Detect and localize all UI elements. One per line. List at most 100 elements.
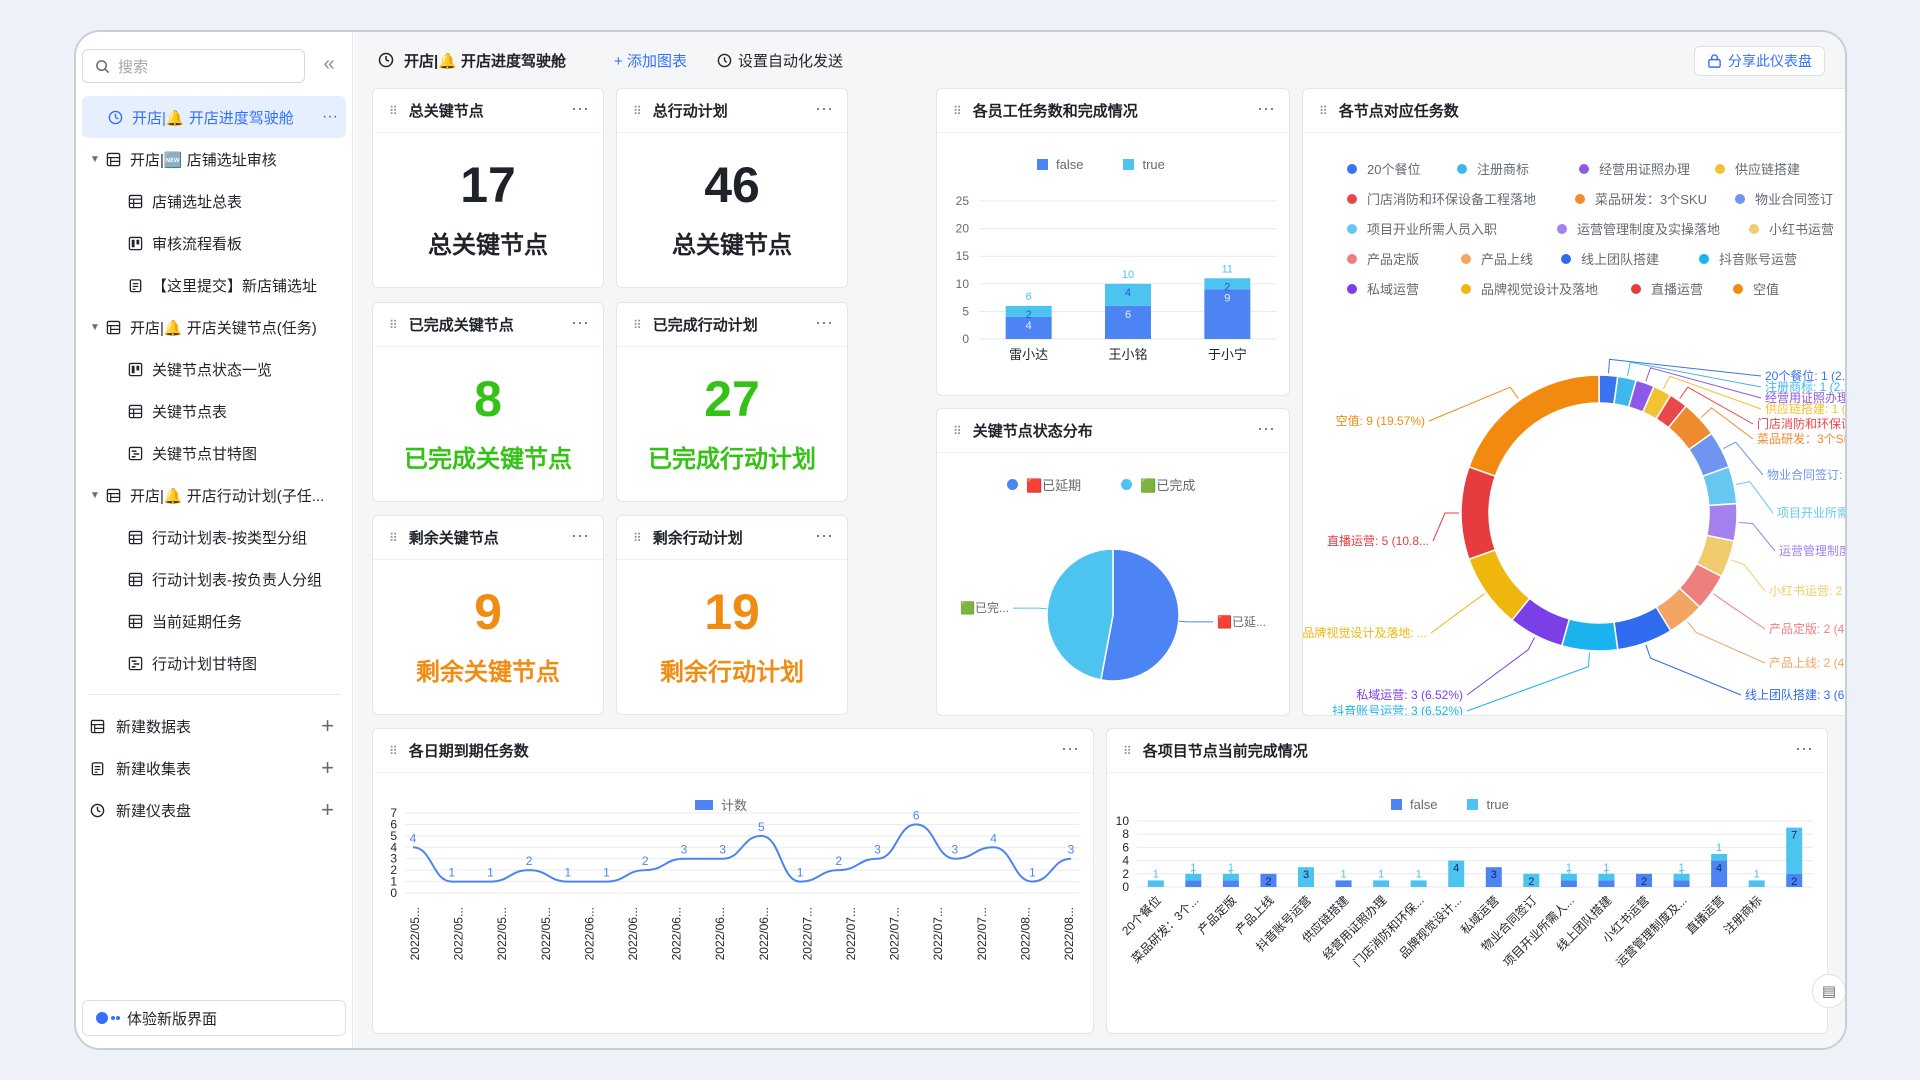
bar[interactable] — [1673, 880, 1690, 887]
new-ui-button[interactable]: 体验新版界面 — [82, 1000, 346, 1036]
add-chart-button[interactable]: + 添加图表 — [614, 50, 687, 71]
kpi-card: ⠿ 已完成行动计划 ··· 27 已完成行动计划 — [616, 302, 848, 502]
more-icon[interactable]: ··· — [1257, 418, 1275, 439]
card-header: ⠿ 总关键节点 ··· — [373, 89, 603, 133]
sidebar-item[interactable]: 行动计划甘特图 — [82, 642, 346, 684]
sidebar-item[interactable]: 关键节点表 — [82, 390, 346, 432]
expand-arrow-icon[interactable]: ▼ — [86, 154, 104, 165]
drag-handle-icon[interactable]: ⠿ — [953, 424, 962, 438]
card-title: 各日期到期任务数 — [408, 743, 529, 760]
donut-slice[interactable] — [1705, 502, 1738, 542]
card-header: ⠿ 各员工任务数和完成情况 ··· — [937, 89, 1289, 133]
new-item-button[interactable]: 新建数据表 + — [82, 705, 346, 747]
data-label: 4 — [1026, 320, 1032, 332]
donut-slice[interactable] — [1560, 617, 1619, 652]
line-series[interactable] — [412, 823, 1072, 883]
search-input[interactable]: 搜索 — [82, 49, 305, 83]
drag-handle-icon[interactable]: ⠿ — [953, 104, 962, 118]
pie-slice[interactable] — [1046, 548, 1114, 681]
bar[interactable] — [1185, 880, 1202, 887]
drag-handle-icon[interactable]: ⠿ — [389, 531, 398, 545]
more-icon[interactable]: ··· — [815, 98, 833, 119]
bar[interactable] — [1711, 854, 1728, 861]
sidebar-item[interactable]: 行动计划表-按负责人分组 — [82, 558, 346, 600]
more-icon[interactable]: ··· — [1257, 98, 1275, 119]
bar[interactable] — [1222, 880, 1239, 887]
plus-icon[interactable]: + — [321, 797, 334, 823]
drag-handle-icon[interactable]: ⠿ — [1319, 104, 1328, 118]
new-item-button[interactable]: 新建仪表盘 + — [82, 789, 346, 831]
drag-handle-icon[interactable]: ⠿ — [389, 104, 398, 118]
card-header: ⠿ 各项目节点当前完成情况 ··· — [1107, 729, 1827, 773]
kpi-value-block: 19 剩余行动计划 — [617, 582, 847, 687]
sidebar-item[interactable]: 行动计划表-按类型分组 — [82, 516, 346, 558]
bar[interactable] — [1560, 880, 1577, 887]
x-tick-label: 2022/06... — [757, 907, 771, 960]
bar[interactable] — [1222, 873, 1239, 881]
more-icon[interactable]: ··· — [322, 108, 338, 126]
data-label: 1 — [1416, 868, 1422, 880]
donut-slice[interactable] — [1468, 548, 1531, 622]
bar[interactable] — [1410, 880, 1427, 887]
doc-icon[interactable]: ▤ — [1812, 974, 1845, 1008]
sidebar-item[interactable]: ▼ 开店|🔔 开店关键节点(任务) — [82, 306, 346, 348]
more-icon[interactable]: ··· — [571, 98, 589, 119]
bar[interactable] — [1147, 880, 1164, 887]
bar[interactable] — [1748, 880, 1765, 887]
drag-handle-icon[interactable]: ⠿ — [633, 531, 642, 545]
collapse-sidebar-icon[interactable]: « — [318, 54, 340, 76]
sidebar-item-label: 开店|🔔 开店关键节点(任务) — [130, 319, 317, 337]
plus-icon[interactable]: + — [321, 755, 334, 781]
data-label: 3 — [681, 843, 688, 857]
data-label: 4 — [1453, 863, 1459, 875]
donut-slice[interactable] — [1460, 465, 1497, 561]
expand-arrow-icon[interactable]: ▼ — [86, 322, 104, 333]
more-icon[interactable]: ··· — [571, 312, 589, 333]
data-label: 7 — [1791, 830, 1797, 842]
sidebar-item[interactable]: 店铺选址总表 — [82, 180, 346, 222]
drag-handle-icon[interactable]: ⠿ — [389, 318, 398, 332]
bar[interactable] — [1185, 873, 1202, 881]
bar[interactable] — [1560, 873, 1577, 881]
more-icon[interactable]: ··· — [1061, 738, 1079, 759]
bar[interactable] — [1598, 873, 1615, 881]
donut-slice[interactable] — [1468, 374, 1600, 478]
sidebar-item[interactable]: ▼ 开店|🆕 店铺选址审核 — [82, 138, 346, 180]
bar[interactable] — [1673, 873, 1690, 881]
new-item-button[interactable]: 新建收集表 + — [82, 747, 346, 789]
expand-arrow-icon[interactable]: ▼ — [86, 490, 104, 501]
sidebar-item[interactable]: 开店|🔔 开店进度驾驶舱 ··· — [82, 96, 346, 138]
sidebar-item-label: 当前延期任务 — [152, 613, 243, 631]
drag-handle-icon[interactable]: ⠿ — [633, 104, 642, 118]
card-header: ⠿ 剩余关键节点 ··· — [373, 516, 603, 560]
search-icon — [96, 59, 110, 73]
sidebar-item[interactable]: ▼ 开店|🔔 开店行动计划(子任... — [82, 474, 346, 516]
kpi-label: 已完成关键节点 — [404, 446, 572, 473]
bar[interactable] — [1335, 880, 1352, 887]
data-label: 4 — [1716, 863, 1722, 875]
sidebar-item[interactable]: 关键节点甘特图 — [82, 432, 346, 474]
bar[interactable] — [1598, 880, 1615, 887]
auto-send-button[interactable]: 设置自动化发送 — [717, 50, 843, 71]
sidebar-item[interactable]: 关键节点状态一览 — [82, 348, 346, 390]
more-icon[interactable]: ··· — [815, 525, 833, 546]
sidebar-item-label: 关键节点甘特图 — [152, 445, 258, 463]
slice-label: 供应链搭建: 1 (2.17%) — [1765, 401, 1847, 416]
staff-bar-chart: 0510152025426雷小达6410王小铭9211于小宁 — [956, 194, 1277, 362]
share-label: 分享此仪表盘 — [1728, 53, 1812, 69]
plus-icon[interactable]: + — [321, 713, 334, 739]
drag-handle-icon[interactable]: ⠿ — [633, 318, 642, 332]
sidebar-item[interactable]: 【这里提交】新店铺选址 — [82, 264, 346, 306]
more-icon[interactable]: ··· — [1795, 738, 1813, 759]
bar[interactable] — [1373, 880, 1390, 887]
sidebar-item[interactable]: 审核流程看板 — [82, 222, 346, 264]
more-icon[interactable]: ··· — [815, 312, 833, 333]
kanban-icon — [126, 361, 144, 377]
more-icon[interactable]: ··· — [571, 525, 589, 546]
share-button[interactable]: 分享此仪表盘 — [1694, 46, 1825, 76]
dashboard-icon — [106, 109, 124, 125]
sidebar-item[interactable]: 当前延期任务 — [82, 600, 346, 642]
drag-handle-icon[interactable]: ⠿ — [389, 744, 398, 758]
sidebar-item-label: 行动计划表-按负责人分组 — [152, 571, 322, 589]
drag-handle-icon[interactable]: ⠿ — [1123, 744, 1132, 758]
